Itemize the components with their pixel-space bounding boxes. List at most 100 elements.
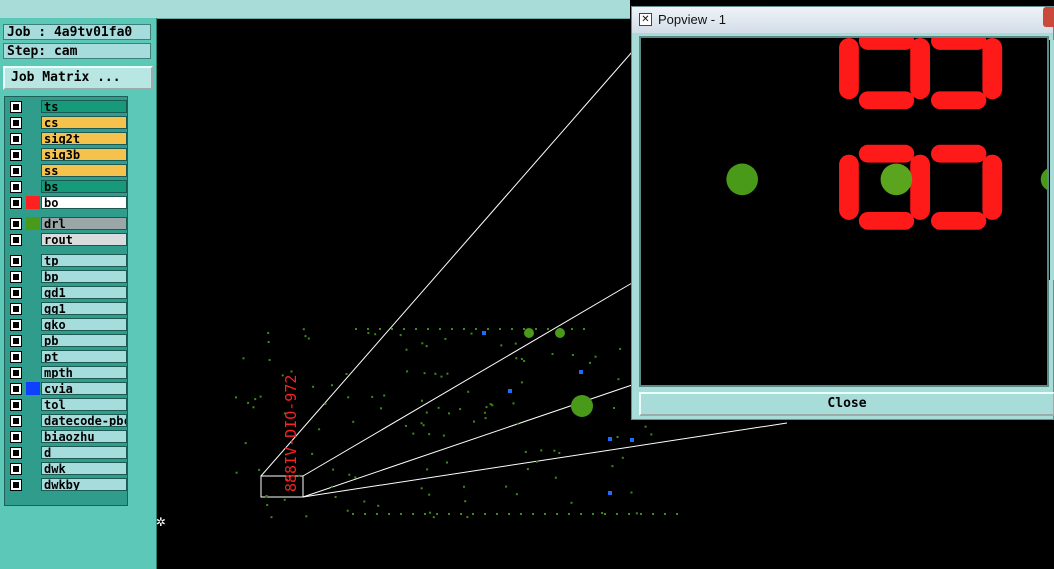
pad-dot bbox=[650, 433, 653, 436]
pad-dot bbox=[242, 357, 245, 360]
layer-name: d bbox=[41, 446, 127, 459]
layer-row[interactable]: bp bbox=[7, 269, 127, 284]
layer-row[interactable]: cvia bbox=[7, 381, 127, 396]
layer-row[interactable]: bo bbox=[7, 195, 127, 210]
layer-name: mpth bbox=[41, 366, 127, 379]
layer-row[interactable]: biaozhu bbox=[7, 429, 127, 444]
layer-row[interactable]: d bbox=[7, 445, 127, 460]
layer-checkbox[interactable] bbox=[10, 132, 22, 145]
layer-checkbox[interactable] bbox=[10, 350, 22, 363]
pad-dot bbox=[583, 328, 585, 330]
layer-color-swatch bbox=[26, 462, 40, 475]
layer-checkbox[interactable] bbox=[10, 462, 22, 475]
layer-row[interactable]: gg1 bbox=[7, 301, 127, 316]
layer-name: sig3b bbox=[41, 148, 127, 161]
layer-checkbox[interactable] bbox=[10, 100, 22, 113]
layer-row[interactable]: mpth bbox=[7, 365, 127, 380]
pad-dot bbox=[451, 328, 453, 330]
pad-dot bbox=[630, 491, 633, 494]
layer-name: bo bbox=[41, 196, 127, 209]
layer-row[interactable]: dwkby bbox=[7, 477, 127, 492]
pad-dot bbox=[266, 504, 269, 506]
pad-dot bbox=[489, 403, 492, 406]
layer-checkbox[interactable] bbox=[10, 430, 22, 443]
pad-dot bbox=[426, 468, 429, 471]
popview-canvas[interactable] bbox=[639, 36, 1049, 387]
layer-checkbox[interactable] bbox=[10, 254, 22, 267]
pad-dot bbox=[423, 372, 426, 375]
pad-dot bbox=[544, 513, 546, 515]
pad-dot bbox=[346, 509, 349, 512]
layer-row[interactable]: sig2t bbox=[7, 131, 127, 146]
layer-row[interactable]: tol bbox=[7, 397, 127, 412]
layer-checkbox[interactable] bbox=[10, 478, 22, 491]
layer-checkbox[interactable] bbox=[10, 318, 22, 331]
layer-row[interactable]: gko bbox=[7, 317, 127, 332]
layer-checkbox[interactable] bbox=[10, 414, 22, 427]
layer-checkbox[interactable] bbox=[10, 366, 22, 379]
layer-checkbox[interactable] bbox=[10, 196, 22, 209]
pad-dot bbox=[404, 424, 407, 427]
pad-dot bbox=[446, 461, 448, 464]
layer-checkbox[interactable] bbox=[10, 180, 22, 193]
layer-checkbox[interactable] bbox=[10, 286, 22, 299]
layer-checkbox[interactable] bbox=[10, 382, 22, 395]
layer-row[interactable]: tp bbox=[7, 253, 127, 268]
via-dot bbox=[608, 437, 612, 441]
pad-dot bbox=[415, 328, 417, 330]
pad-dot bbox=[421, 399, 423, 402]
layer-row[interactable]: ts bbox=[7, 99, 127, 114]
pad-dot bbox=[496, 513, 498, 515]
pad-dot bbox=[374, 333, 377, 336]
pad-dot bbox=[439, 328, 441, 330]
layer-row[interactable]: gd1 bbox=[7, 285, 127, 300]
layer-color-swatch bbox=[26, 366, 40, 379]
pad-dot bbox=[348, 473, 351, 476]
drill-hole-large bbox=[726, 163, 758, 196]
layer-checkbox[interactable] bbox=[10, 334, 22, 347]
pad-dot bbox=[487, 328, 489, 330]
layer-name: cvia bbox=[41, 382, 127, 395]
layer-row[interactable]: sig3b bbox=[7, 147, 127, 162]
layer-row[interactable]: drl bbox=[7, 216, 127, 231]
layer-row[interactable]: rout bbox=[7, 232, 127, 247]
layer-name: biaozhu bbox=[41, 430, 127, 443]
job-matrix-button[interactable]: Job Matrix ... bbox=[3, 66, 153, 90]
layer-checkbox[interactable] bbox=[10, 270, 22, 283]
layer-color-swatch bbox=[26, 180, 40, 193]
layer-row[interactable]: pb bbox=[7, 333, 127, 348]
popview-close-button[interactable]: Close bbox=[639, 392, 1054, 416]
layer-checkbox[interactable] bbox=[10, 302, 22, 315]
pad-dot bbox=[235, 471, 238, 474]
pad-dot bbox=[604, 513, 606, 515]
layer-checkbox[interactable] bbox=[10, 398, 22, 411]
pad-dot bbox=[485, 406, 488, 409]
layer-row[interactable]: bs bbox=[7, 179, 127, 194]
pad-dot bbox=[302, 328, 305, 331]
pad-dot bbox=[589, 361, 591, 364]
layer-checkbox[interactable] bbox=[10, 148, 22, 161]
layer-checkbox[interactable] bbox=[10, 164, 22, 177]
popview-titlebar[interactable]: ✕ Popview - 1 bbox=[632, 7, 1054, 33]
pad-dot bbox=[254, 398, 257, 401]
pad-dot bbox=[467, 390, 470, 393]
pad-dot bbox=[551, 353, 554, 355]
pad-dot bbox=[259, 395, 262, 398]
layer-row[interactable]: ss bbox=[7, 163, 127, 178]
layer-checkbox[interactable] bbox=[10, 446, 22, 459]
pad-dot bbox=[400, 513, 402, 515]
layer-checkbox[interactable] bbox=[10, 116, 22, 129]
pad-dot bbox=[427, 328, 429, 330]
drill-hole-overlap bbox=[880, 163, 913, 196]
window-close-icon[interactable] bbox=[1043, 7, 1054, 27]
layer-checkbox[interactable] bbox=[10, 233, 22, 246]
layer-row[interactable]: cs bbox=[7, 115, 127, 130]
layer-row[interactable]: pt bbox=[7, 349, 127, 364]
pad-dot bbox=[352, 420, 355, 423]
layer-checkbox[interactable] bbox=[10, 217, 22, 230]
layer-row[interactable]: datecode-pbc bbox=[7, 413, 127, 428]
pad-dot bbox=[515, 357, 518, 360]
pad-dot bbox=[635, 512, 638, 515]
layer-row[interactable]: dwk bbox=[7, 461, 127, 476]
pad-dot bbox=[526, 468, 529, 471]
